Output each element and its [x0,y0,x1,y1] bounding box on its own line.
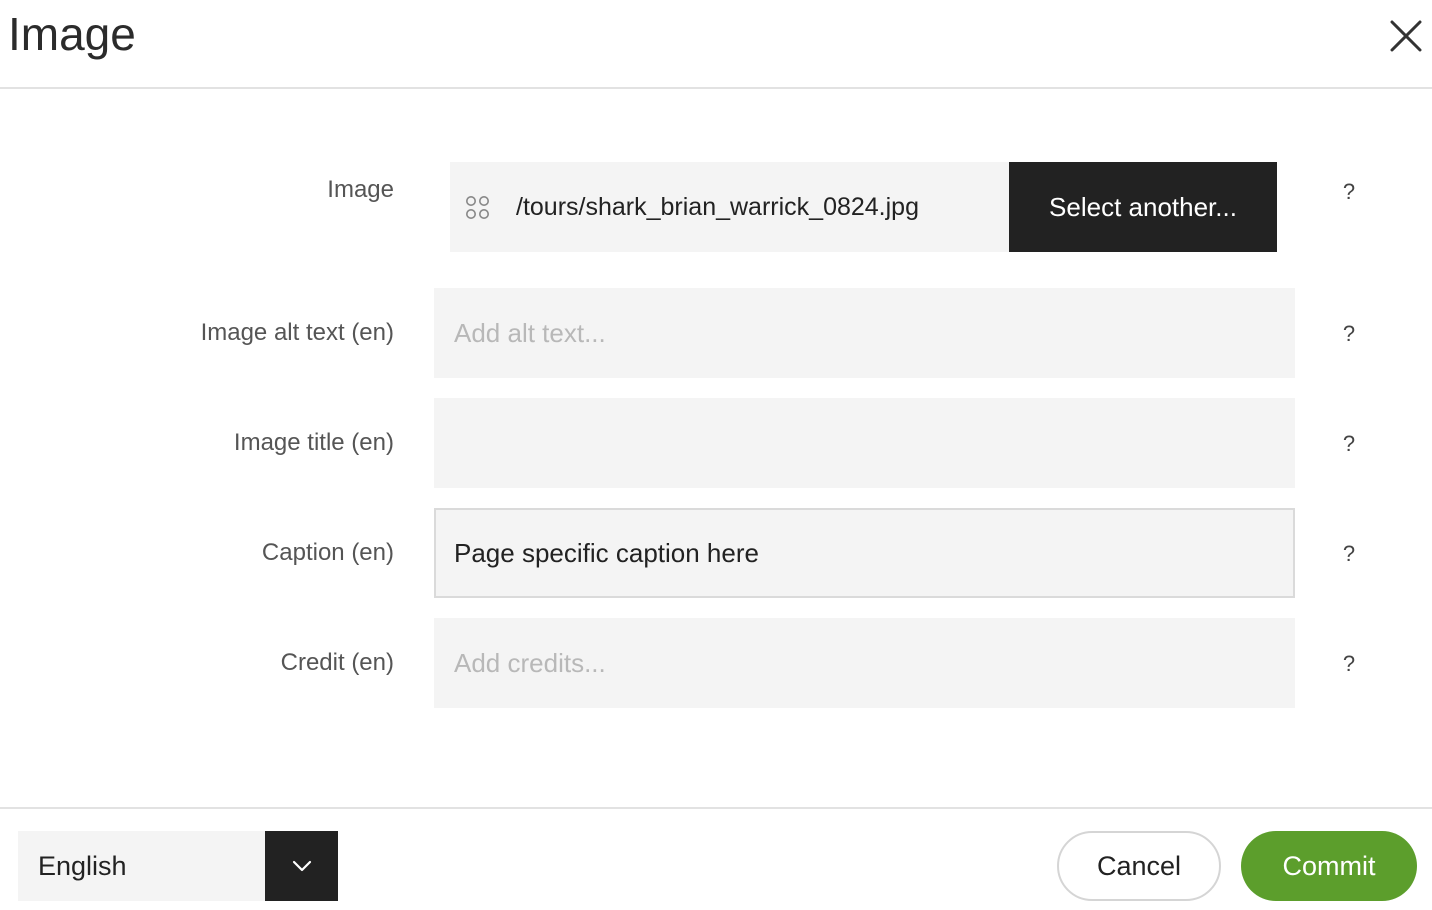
cancel-button[interactable]: Cancel [1057,831,1221,901]
image-label: Image [327,176,394,203]
close-button[interactable] [1384,14,1426,56]
caption-help-icon[interactable]: ? [1339,541,1359,567]
image-field: /tours/shark_brian_warrick_0824.jpg Sele… [450,162,1277,252]
alt-text-help-icon[interactable]: ? [1339,321,1359,347]
caption-input[interactable] [434,508,1295,598]
image-path: /tours/shark_brian_warrick_0824.jpg [516,193,919,221]
language-selected-value: English [38,851,127,881]
image-help-icon[interactable]: ? [1339,179,1359,205]
alt-text-input[interactable] [434,288,1295,378]
dialog-footer: English Cancel Commit [0,807,1432,910]
caption-label: Caption (en) [261,539,394,566]
image-title-input[interactable] [434,398,1295,488]
image-title-help-icon[interactable]: ? [1339,431,1359,457]
image-title-label: Image title (en) [233,429,394,456]
commit-button[interactable]: Commit [1241,831,1417,901]
close-icon [1390,20,1422,52]
dialog-header: Image [0,0,1432,89]
dialog-title: Image [8,8,136,60]
alt-text-label: Image alt text (en) [200,319,394,346]
chevron-down-icon [292,860,311,872]
credit-help-icon[interactable]: ? [1339,651,1359,677]
select-another-button[interactable]: Select another... [1009,162,1277,252]
credit-label: Credit (en) [280,649,394,676]
credit-input[interactable] [434,618,1295,708]
drag-handle-icon[interactable] [464,194,492,222]
language-dropdown-toggle[interactable] [265,831,338,901]
language-select[interactable]: English [18,831,338,901]
